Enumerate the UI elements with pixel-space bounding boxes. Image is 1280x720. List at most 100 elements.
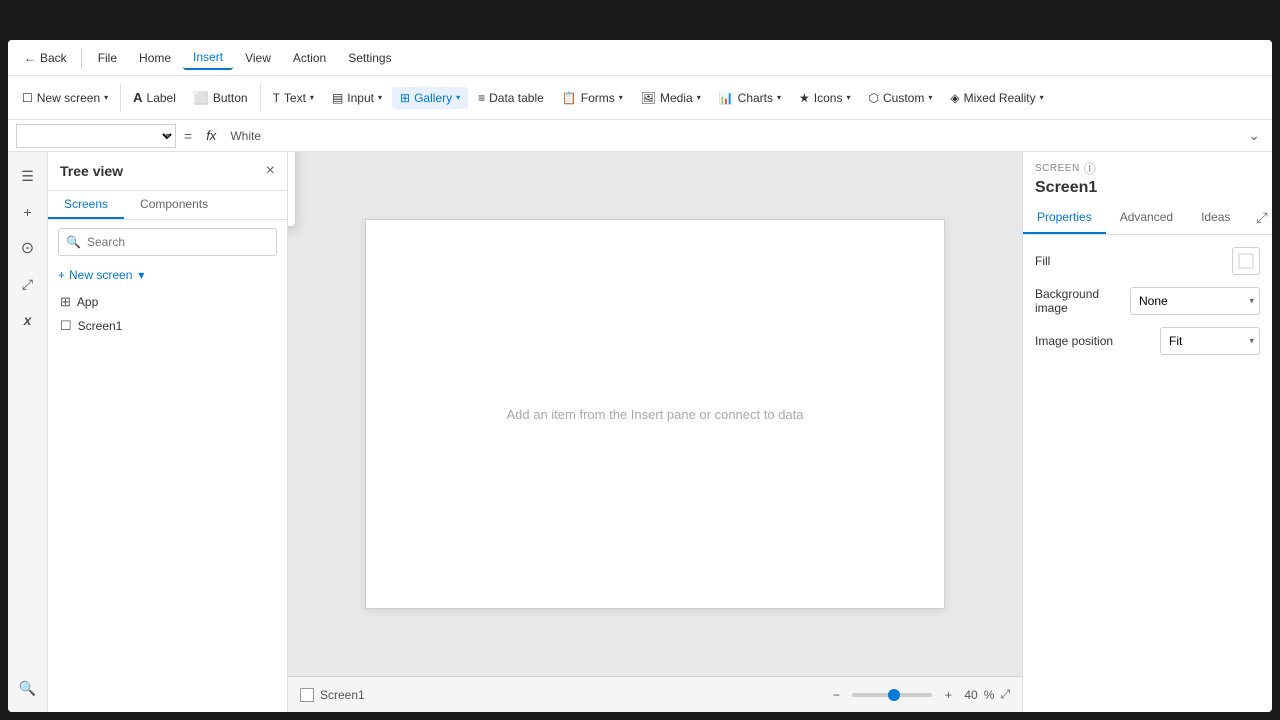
menu-view[interactable]: View bbox=[235, 47, 281, 69]
hamburger-button[interactable]: ☰ bbox=[12, 160, 44, 192]
label-icon: A bbox=[133, 90, 142, 105]
canvas-footer: Screen1 − + 40 % ⤢ bbox=[288, 676, 1022, 712]
canvas[interactable]: Add an item from the Insert pane or conn… bbox=[365, 219, 945, 609]
background-image-row: Background image None bbox=[1035, 287, 1260, 315]
right-tab-properties[interactable]: Properties bbox=[1023, 202, 1106, 234]
mixed-reality-button[interactable]: ◈ Mixed Reality ▾ bbox=[942, 87, 1051, 109]
hamburger-icon: ☰ bbox=[21, 168, 34, 185]
zoom-slider[interactable] bbox=[852, 693, 932, 697]
gallery-caret: ▾ bbox=[456, 93, 460, 102]
input-icon: ▤ bbox=[332, 91, 343, 105]
menu-file[interactable]: File bbox=[88, 47, 127, 69]
menu-settings[interactable]: Settings bbox=[338, 47, 401, 69]
zoom-expand-button[interactable]: ⤢ bbox=[1000, 687, 1010, 702]
formula-property-select-wrap bbox=[16, 124, 176, 148]
bg-image-select[interactable]: None bbox=[1130, 287, 1260, 315]
left-icon-bar: ☰ + ⊙ ⤢ x 🔍 bbox=[8, 152, 48, 712]
mixed-reality-caret: ▾ bbox=[1040, 93, 1044, 102]
new-screen-tree-button[interactable]: + New screen ▾ bbox=[48, 264, 287, 286]
right-panel-content: Fill Background image None bbox=[1023, 235, 1272, 712]
right-panel-expand-button[interactable]: ⤢ bbox=[1244, 201, 1272, 234]
search-panel-button[interactable]: 🔍 bbox=[12, 672, 44, 704]
search-icon: 🔍 bbox=[19, 680, 36, 697]
variable-button[interactable]: x bbox=[12, 304, 44, 336]
custom-caret: ▾ bbox=[928, 93, 932, 102]
canvas-screen-name: Screen1 bbox=[320, 688, 365, 702]
data-button[interactable]: ⊙ bbox=[12, 232, 44, 264]
media-label: Media bbox=[660, 91, 693, 105]
tree-search-area: 🔍 bbox=[48, 220, 287, 264]
variable-icon: x bbox=[24, 312, 32, 328]
canvas-placeholder-text: Add an item from the Insert pane or conn… bbox=[506, 407, 803, 422]
canvas-screen-info: Screen1 bbox=[300, 688, 365, 702]
tree-item-app[interactable]: ⊞ App bbox=[48, 290, 287, 314]
text-button[interactable]: T Text ▾ bbox=[265, 87, 322, 109]
charts-button[interactable]: 📊 Charts ▾ bbox=[711, 87, 789, 109]
fill-property-icon[interactable] bbox=[1232, 247, 1260, 275]
data-table-button[interactable]: ≡ Data table bbox=[470, 87, 552, 109]
label-button[interactable]: A Label bbox=[125, 86, 184, 109]
formula-equals-icon[interactable]: = bbox=[180, 126, 196, 146]
tree-search-input[interactable] bbox=[58, 228, 277, 256]
right-panel-header: SCREEN ⓘ Screen1 bbox=[1023, 152, 1272, 201]
media-button[interactable]: 🖼 Media ▾ bbox=[633, 87, 709, 109]
gallery-button[interactable]: ⊞ Gallery ▾ bbox=[392, 87, 468, 109]
charts-label: Charts bbox=[738, 91, 773, 105]
button-button[interactable]: ⬜ Button bbox=[186, 87, 256, 109]
back-button[interactable]: ← Back bbox=[16, 47, 75, 69]
data-table-icon: ≡ bbox=[478, 91, 485, 105]
gallery-tooltip: Gallery A layout container that holds a … bbox=[288, 152, 296, 227]
new-screen-plus-icon: + bbox=[58, 268, 65, 282]
bg-image-label: Background image bbox=[1035, 287, 1130, 315]
right-tab-ideas[interactable]: Ideas bbox=[1187, 202, 1244, 234]
tree-tab-components[interactable]: Components bbox=[124, 191, 224, 219]
tree-close-button[interactable]: × bbox=[266, 162, 275, 180]
title-bar bbox=[0, 0, 1280, 32]
zoom-in-button[interactable]: + bbox=[938, 685, 958, 705]
tree-search-wrap: 🔍 bbox=[58, 228, 277, 256]
new-screen-label: New screen bbox=[37, 91, 100, 105]
formula-input[interactable] bbox=[226, 124, 1240, 148]
mixed-reality-icon: ◈ bbox=[950, 91, 959, 105]
right-panel: SCREEN ⓘ Screen1 Properties Advanced Ide… bbox=[1022, 152, 1272, 712]
image-position-row: Image position Fit bbox=[1035, 327, 1260, 355]
menu-action[interactable]: Action bbox=[283, 47, 336, 69]
icons-icon: ★ bbox=[799, 91, 810, 105]
tree-header: Tree view × bbox=[48, 152, 287, 191]
tree-item-screen1[interactable]: ☐ Screen1 ··· bbox=[48, 314, 287, 338]
menu-insert[interactable]: Insert bbox=[183, 46, 233, 70]
image-position-select[interactable]: Fit bbox=[1160, 327, 1260, 355]
text-btn-label: Text bbox=[284, 91, 306, 105]
screen-checkbox[interactable] bbox=[300, 688, 314, 702]
gallery-icon: ⊞ bbox=[400, 91, 410, 105]
zoom-value: 40 bbox=[964, 688, 977, 702]
custom-button[interactable]: ⬡ Custom ▾ bbox=[861, 87, 941, 109]
icons-button[interactable]: ★ Icons ▾ bbox=[791, 87, 858, 109]
label-btn-label: Label bbox=[147, 91, 176, 105]
add-panel-button[interactable]: + bbox=[12, 196, 44, 228]
menu-home[interactable]: Home bbox=[129, 47, 181, 69]
zoom-out-button[interactable]: − bbox=[826, 685, 846, 705]
button-icon: ⬜ bbox=[194, 91, 209, 105]
menu-separator bbox=[81, 48, 82, 68]
fill-color-icon bbox=[1238, 253, 1254, 269]
screen1-item-label: Screen1 bbox=[78, 319, 123, 333]
icons-label: Icons bbox=[814, 91, 843, 105]
add-icon: + bbox=[23, 204, 31, 220]
formula-expand-icon[interactable]: ⌄ bbox=[1244, 125, 1264, 146]
screen-label-text: SCREEN bbox=[1035, 163, 1080, 174]
right-tab-advanced[interactable]: Advanced bbox=[1106, 202, 1187, 234]
toolbar-sep-1 bbox=[120, 84, 121, 112]
tree-tab-screens[interactable]: Screens bbox=[48, 191, 124, 219]
charts-icon: 📊 bbox=[719, 91, 734, 105]
flow-button[interactable]: ⤢ bbox=[12, 268, 44, 300]
formula-property-select[interactable] bbox=[16, 124, 176, 148]
forms-button[interactable]: 📋 Forms ▾ bbox=[554, 87, 631, 109]
screen-section-label: SCREEN ⓘ bbox=[1035, 160, 1260, 177]
new-screen-button[interactable]: ☐ New screen ▾ bbox=[14, 87, 116, 109]
input-button[interactable]: ▤ Input ▾ bbox=[324, 87, 390, 109]
data-table-label: Data table bbox=[489, 91, 544, 105]
app-item-label: App bbox=[77, 295, 98, 309]
app-icon: ⊞ bbox=[60, 294, 71, 310]
image-position-value-wrap: Fit bbox=[1160, 327, 1260, 355]
